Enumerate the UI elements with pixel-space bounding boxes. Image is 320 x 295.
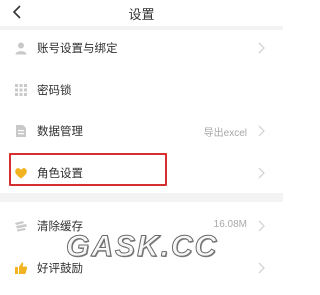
grid-lock-icon — [15, 84, 27, 96]
section-divider — [0, 193, 283, 202]
settings-item-data-management[interactable]: 数据管理 导出excel — [0, 113, 283, 149]
chevron-right-icon — [258, 42, 265, 54]
settings-item-label: 账号设置与绑定 — [37, 43, 118, 55]
watermark: GASK.CC — [65, 230, 219, 264]
chevron-right-icon — [258, 167, 265, 179]
chevron-right-icon — [258, 262, 265, 274]
settings-item-password-lock[interactable]: 密码锁 — [0, 72, 283, 108]
thumbs-up-icon — [15, 262, 28, 274]
settings-item-value: 导出excel — [203, 128, 247, 139]
broom-icon — [15, 221, 27, 232]
highlight-frame — [9, 153, 167, 186]
page-title: 设置 — [128, 7, 155, 22]
chevron-right-icon — [258, 220, 265, 232]
settings-item-label: 数据管理 — [37, 126, 83, 138]
settings-item-label: 密码锁 — [37, 85, 72, 97]
settings-item-value: 16.08M — [213, 219, 247, 230]
chevron-right-icon — [258, 125, 265, 137]
document-icon — [16, 125, 26, 137]
user-icon — [15, 42, 27, 55]
settings-item-account[interactable]: 账号设置与绑定 — [0, 30, 283, 66]
top-bar: 设置 — [0, 0, 283, 26]
